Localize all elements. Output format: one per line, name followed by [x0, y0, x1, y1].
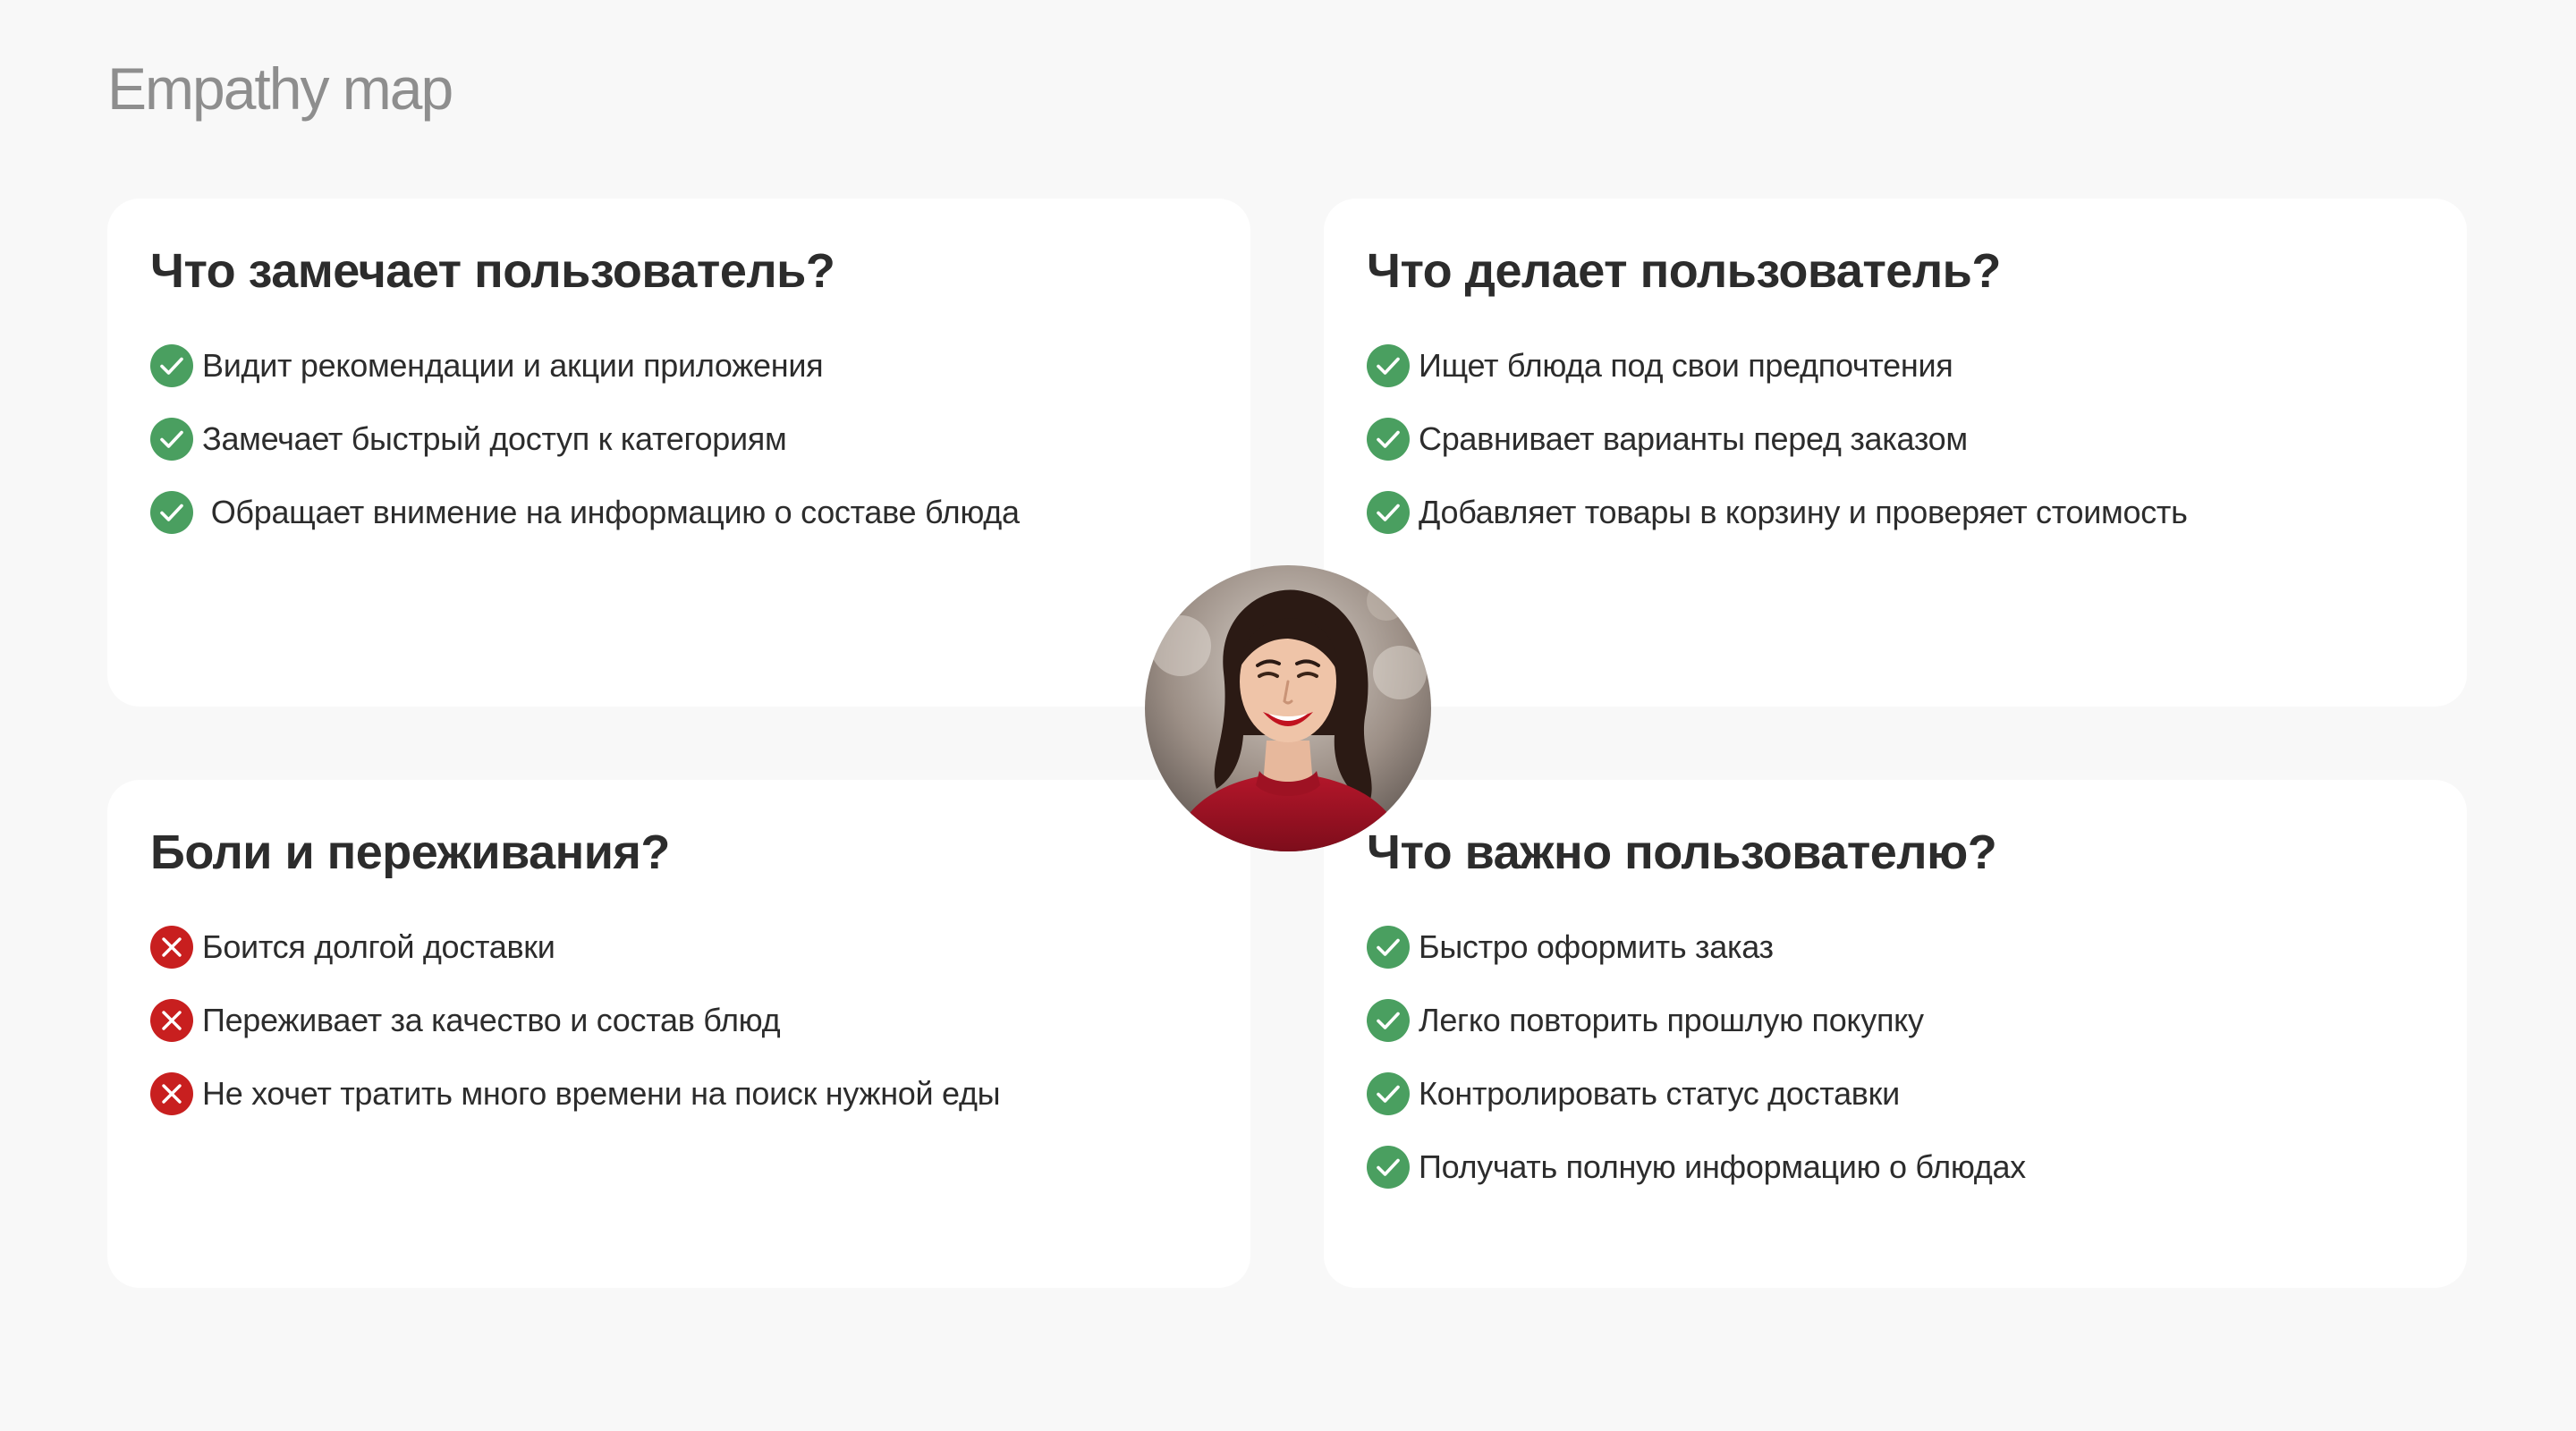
- check-circle-icon: [1367, 1072, 1410, 1116]
- item-text: Замечает быстрый доступ к категориям: [202, 420, 787, 458]
- item-text: Получать полную информацию о блюдах: [1419, 1148, 2026, 1186]
- card-title: Что делает пользователь?: [1367, 244, 2001, 298]
- list-item: Добавляет товары в корзину и проверяет с…: [1367, 476, 2424, 549]
- item-list: Боится долгой доставки Переживает за кач…: [150, 910, 1208, 1130]
- card-pains: Боли и переживания? Боится долгой достав…: [107, 780, 1250, 1288]
- check-circle-icon: [150, 344, 193, 388]
- item-text: Контролировать статус доставки: [1419, 1075, 1900, 1113]
- cross-circle-icon: [150, 999, 193, 1043]
- list-item: Контролировать статус доставки: [1367, 1057, 2424, 1130]
- list-item: Замечает быстрый доступ к категориям: [150, 402, 1208, 476]
- check-circle-icon: [150, 418, 193, 461]
- item-text: Боится долгой доставки: [202, 928, 555, 966]
- list-item: Видит рекомендации и акции приложения: [150, 329, 1208, 402]
- check-circle-icon: [1367, 1146, 1410, 1190]
- check-circle-icon: [1367, 926, 1410, 970]
- list-item: Сравнивает варианты перед заказом: [1367, 402, 2424, 476]
- item-text: Обращает внимение на информацию о состав…: [202, 494, 1020, 531]
- card-title: Боли и переживания?: [150, 826, 670, 879]
- check-circle-icon: [1367, 344, 1410, 388]
- item-text: Ищет блюда под свои предпочтения: [1419, 347, 1953, 385]
- list-item: Переживает за качество и состав блюд: [150, 984, 1208, 1057]
- list-item: Быстро оформить заказ: [1367, 910, 2424, 984]
- item-text: Переживает за качество и состав блюд: [202, 1002, 781, 1039]
- check-circle-icon: [1367, 418, 1410, 461]
- item-text: Сравнивает варианты перед заказом: [1419, 420, 1968, 458]
- cross-circle-icon: [150, 926, 193, 970]
- item-list: Ищет блюда под свои предпочтения Сравнив…: [1367, 329, 2424, 549]
- item-list: Видит рекомендации и акции приложения За…: [150, 329, 1208, 549]
- item-list: Быстро оформить заказ Легко повторить пр…: [1367, 910, 2424, 1204]
- item-text: Видит рекомендации и акции приложения: [202, 347, 824, 385]
- check-circle-icon: [1367, 999, 1410, 1043]
- page-title: Empathy map: [107, 55, 453, 122]
- card-title: Что замечает пользователь?: [150, 244, 835, 298]
- item-text: Быстро оформить заказ: [1419, 928, 1774, 966]
- item-text: Добавляет товары в корзину и проверяет с…: [1419, 494, 2188, 531]
- card-user-values: Что важно пользователю? Быстро оформить …: [1324, 780, 2467, 1288]
- check-circle-icon: [1367, 491, 1410, 535]
- item-text: Не хочет тратить много времени на поиск …: [202, 1075, 1001, 1113]
- card-title: Что важно пользователю?: [1367, 826, 1997, 879]
- user-avatar: [1145, 565, 1431, 851]
- list-item: Легко повторить прошлую покупку: [1367, 984, 2424, 1057]
- card-user-actions: Что делает пользователь? Ищет блюда под …: [1324, 199, 2467, 707]
- card-user-notices: Что замечает пользователь? Видит рекомен…: [107, 199, 1250, 707]
- list-item: Боится долгой доставки: [150, 910, 1208, 984]
- list-item: Получать полную информацию о блюдах: [1367, 1130, 2424, 1204]
- item-text: Легко повторить прошлую покупку: [1419, 1002, 1924, 1039]
- cross-circle-icon: [150, 1072, 193, 1116]
- check-circle-icon: [150, 491, 193, 535]
- list-item: Ищет блюда под свои предпочтения: [1367, 329, 2424, 402]
- user-portrait-image: [1145, 565, 1431, 851]
- list-item: Обращает внимение на информацию о состав…: [150, 476, 1208, 549]
- list-item: Не хочет тратить много времени на поиск …: [150, 1057, 1208, 1130]
